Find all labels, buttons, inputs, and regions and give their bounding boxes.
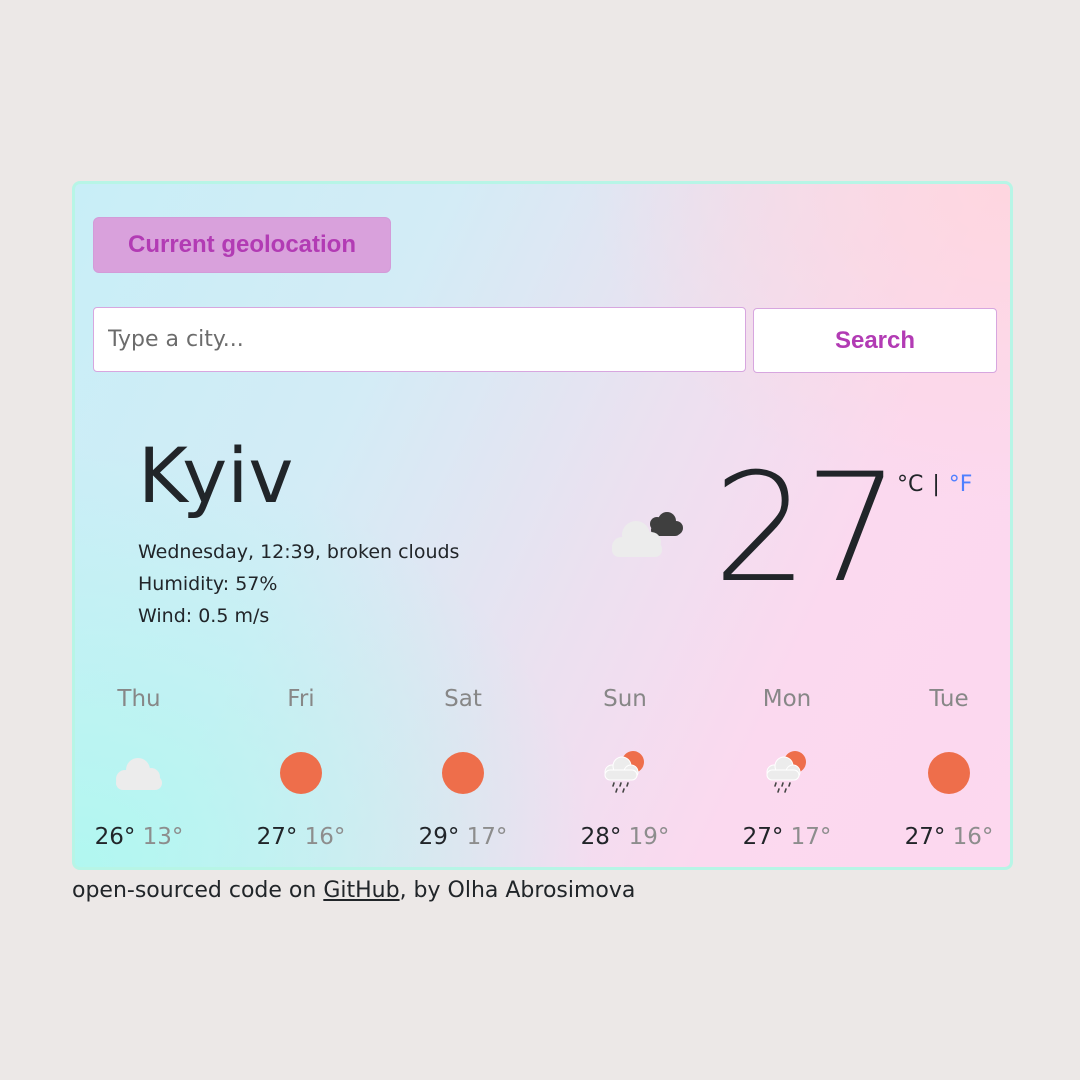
footer: open-sourced code on GitHub, by Olha Abr… [72, 878, 635, 903]
weather-details: Wednesday, 12:39, broken clouds Humidity… [138, 536, 459, 632]
forecast-max-temp: 28° [580, 824, 622, 850]
footer-prefix: open-sourced code on [72, 878, 324, 903]
forecast-max-temp: 27° [742, 824, 784, 850]
current-geolocation-button[interactable]: Current geolocation [93, 217, 391, 273]
forecast-max-temp: 27° [904, 824, 946, 850]
footer-suffix: , by Olha Abrosimova [399, 878, 636, 903]
fahrenheit-link[interactable]: °F [949, 472, 973, 497]
forecast-day-fri: Fri 27° 16° [241, 684, 361, 852]
sun-icon [442, 752, 484, 794]
forecast-day-thu: Thu 26° 13° [79, 684, 199, 852]
rain-sun-icon [766, 751, 806, 793]
city-name: Kyiv [138, 431, 294, 520]
forecast-day-name: Thu [117, 686, 161, 712]
unit-separator: | [932, 472, 940, 497]
forecast-day-sun: Sun 28° 19° [565, 684, 685, 852]
forecast-row: Thu 26° 13° Fri 27° 16° Sat 29° 17° Sun … [75, 684, 1010, 854]
wind: Wind: 0.5 m/s [138, 605, 270, 627]
forecast-min-temp: 16° [304, 824, 346, 850]
forecast-min-temp: 13° [142, 824, 184, 850]
forecast-max-temp: 26° [94, 824, 136, 850]
forecast-min-temp: 16° [952, 824, 994, 850]
rain-sun-icon [604, 751, 644, 793]
unit-switch: °C | °F [897, 472, 972, 497]
forecast-day-name: Fri [287, 686, 315, 712]
broken-clouds-icon [608, 510, 688, 562]
weather-card: Current geolocation Search Kyiv Wednesda… [72, 181, 1013, 870]
github-link[interactable]: GitHub [323, 878, 399, 903]
celsius-link[interactable]: °C [897, 472, 923, 497]
forecast-day-tue: Tue 27° 16° [889, 684, 1009, 852]
forecast-day-name: Sat [444, 686, 482, 712]
forecast-day-sat: Sat 29° 17° [403, 684, 523, 852]
forecast-day-name: Sun [603, 686, 647, 712]
forecast-min-temp: 19° [628, 824, 670, 850]
city-search-input[interactable] [93, 307, 746, 372]
sun-icon [280, 752, 322, 794]
forecast-max-temp: 27° [256, 824, 298, 850]
cloud-icon [116, 758, 162, 790]
forecast-day-name: Mon [762, 686, 812, 712]
sun-icon [928, 752, 970, 794]
forecast-min-temp: 17° [790, 824, 832, 850]
date-description: Wednesday, 12:39, broken clouds [138, 541, 460, 563]
forecast-day-name: Tue [929, 686, 969, 712]
search-button[interactable]: Search [753, 308, 997, 373]
humidity: Humidity: 57% [138, 573, 278, 595]
current-temperature: 27 [713, 442, 900, 616]
forecast-max-temp: 29° [418, 824, 460, 850]
forecast-min-temp: 17° [466, 824, 508, 850]
forecast-day-mon: Mon 27° 17° [727, 684, 847, 852]
